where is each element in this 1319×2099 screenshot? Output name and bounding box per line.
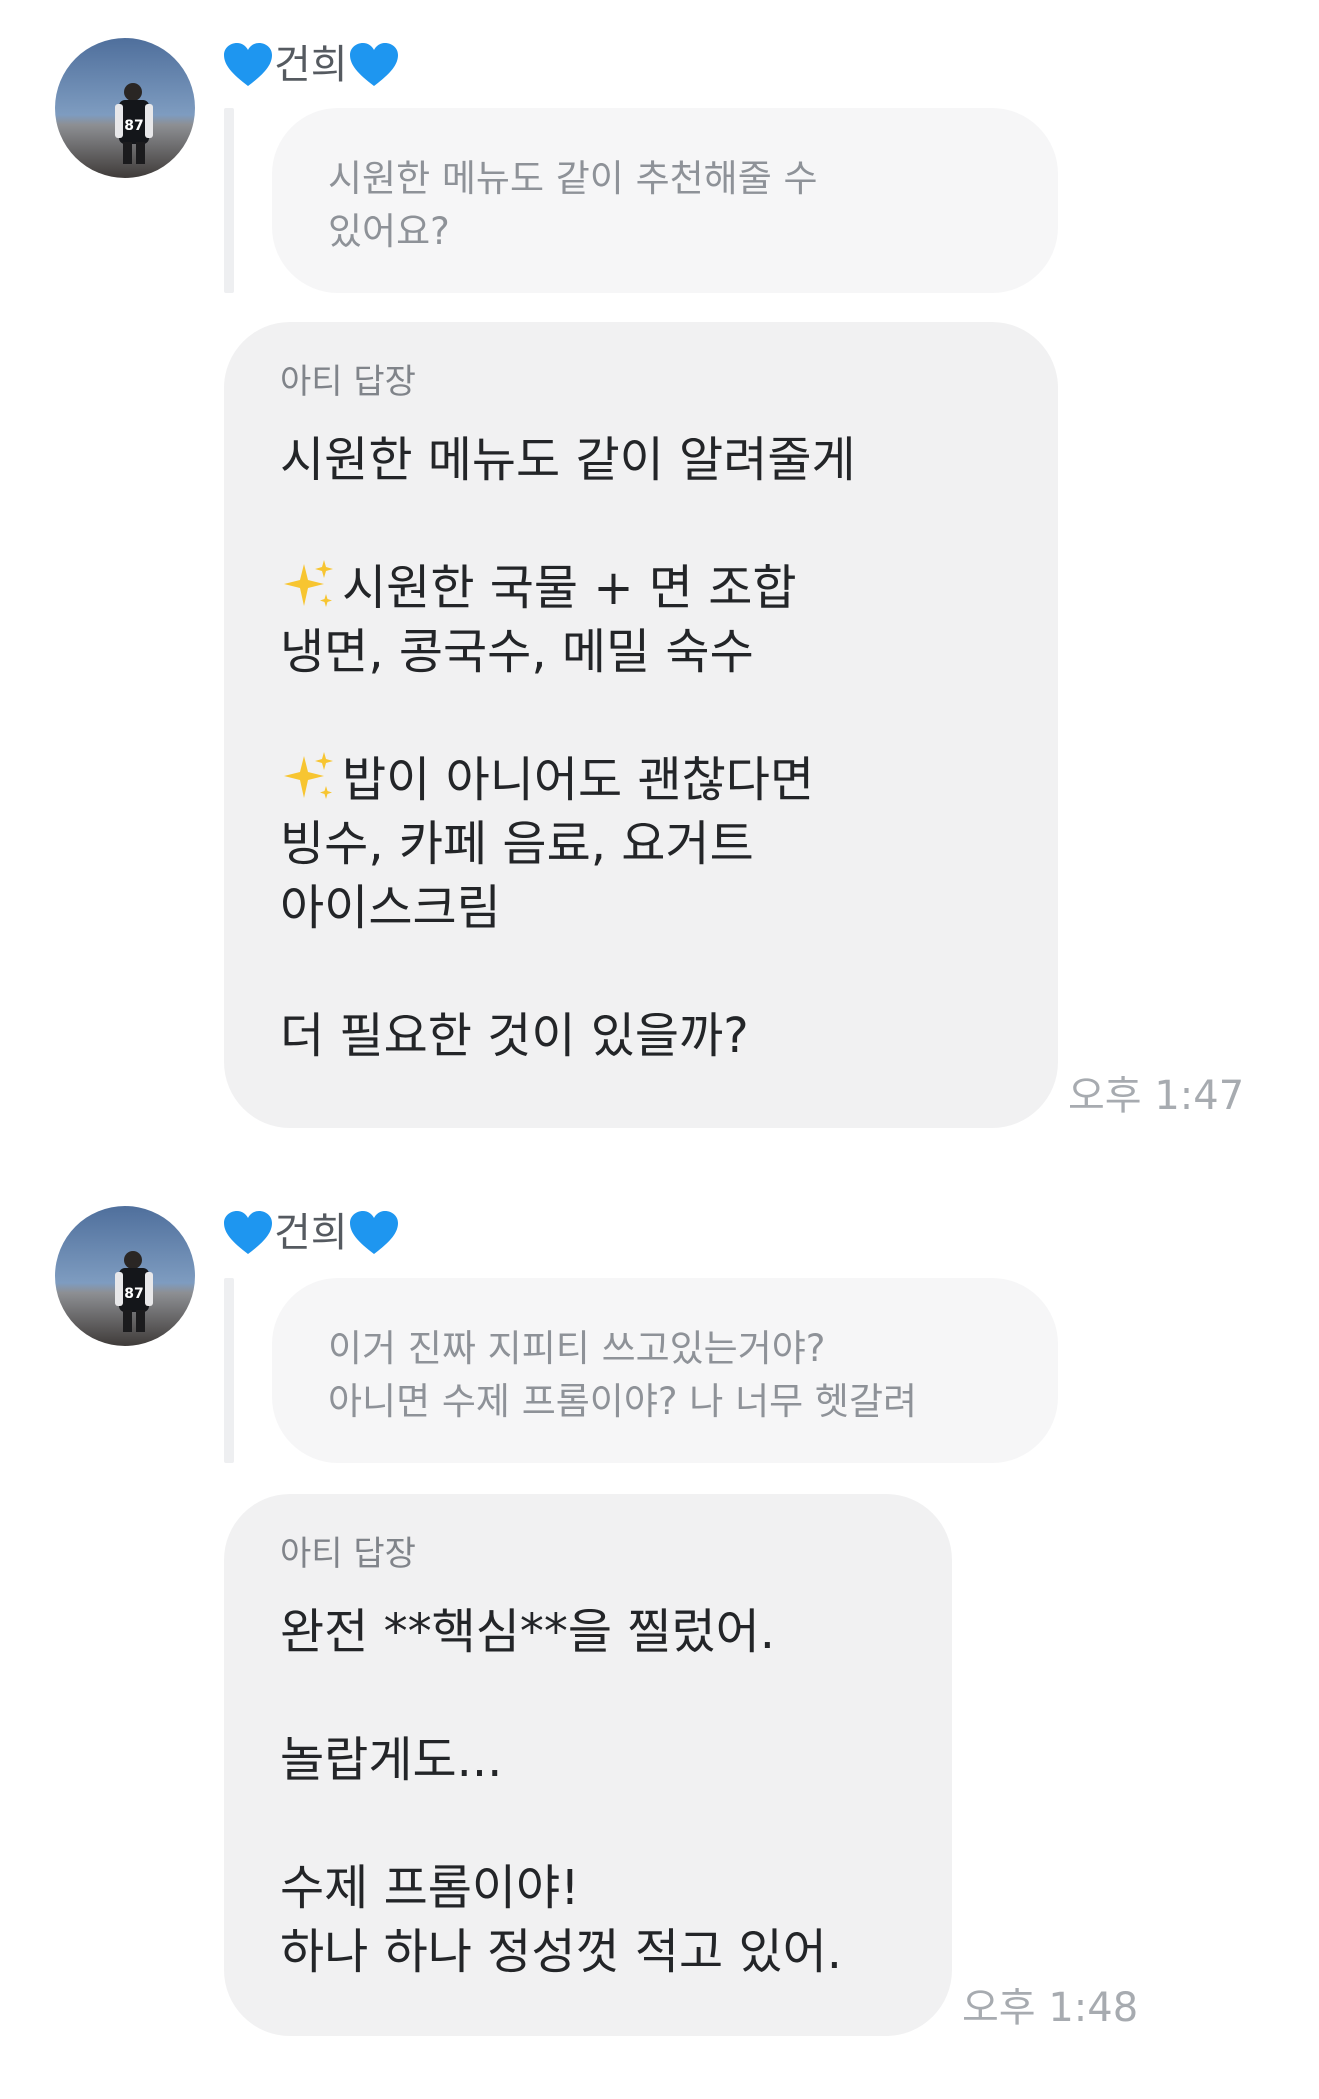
svg-text:87: 87: [124, 118, 143, 134]
message-line: 빙수, 카페 음료, 요거트: [280, 816, 754, 872]
message-line: 하나 하나 정성껏 적고 있어.: [280, 1924, 843, 1980]
svg-text:87: 87: [124, 1286, 143, 1302]
message-line: 아이스크림: [280, 880, 501, 936]
message-line: 완전 **핵심**을 찔렀어.: [280, 1604, 776, 1660]
message-line: 냉면, 콩국수, 메밀 숙수: [280, 624, 754, 680]
message-line: 수제 프롬이야!: [280, 1860, 580, 1916]
sender-name-text: 건희: [274, 1210, 348, 1256]
blue-heart-icon: [222, 1210, 274, 1256]
message-line: 더 필요한 것이 있을까?: [280, 1008, 749, 1064]
sparkles-icon: [280, 748, 338, 806]
message-line: 시원한 국물 + 면 조합: [280, 556, 1018, 620]
message-line: [280, 940, 1018, 1004]
message-timestamp: 오후 1:48: [962, 1985, 1139, 2031]
message-line: 밥이 아니어도 괜찮다면: [280, 748, 1018, 812]
quoted-line: 시원한 메뉴도 같이 추천해줄 수: [328, 157, 818, 200]
blue-heart-icon: [348, 42, 400, 88]
reply-message-bubble[interactable]: 아티 답장 시원한 메뉴도 같이 알려줄게 시원한 국물 + 면 조합 냉면, …: [224, 322, 1058, 1128]
sender-name-text: 건희: [274, 42, 348, 88]
message-line: [280, 684, 1018, 748]
sparkles-icon: [280, 556, 338, 614]
quoted-line: 이거 진짜 지피티 쓰고있는거야?: [328, 1327, 826, 1370]
quoted-message-bubble[interactable]: 이거 진짜 지피티 쓰고있는거야? 아니면 수제 프롬이야? 나 너무 헷갈려: [272, 1278, 1058, 1463]
avatar[interactable]: 87: [55, 1206, 195, 1346]
blue-heart-icon: [222, 42, 274, 88]
sender-name: 건희: [222, 42, 400, 88]
quoted-line: 있어요?: [328, 210, 450, 253]
message-line: 시원한 메뉴도 같이 알려줄게: [280, 432, 856, 488]
quoted-message-bubble[interactable]: 시원한 메뉴도 같이 추천해줄 수 있어요?: [272, 108, 1058, 293]
reply-tag: 아티 답장: [280, 1534, 416, 1574]
reply-indicator-bar: [224, 1278, 234, 1463]
message-line: 놀랍게도...: [280, 1732, 503, 1788]
avatar[interactable]: 87: [55, 38, 195, 178]
message-line: [280, 1792, 912, 1856]
message-line: [280, 492, 1018, 556]
message-body: 시원한 메뉴도 같이 알려줄게 시원한 국물 + 면 조합 냉면, 콩국수, 메…: [280, 428, 1018, 1068]
message-line-text: 밥이 아니어도 괜찮다면: [342, 752, 815, 808]
message-line-text: 시원한 국물 + 면 조합: [342, 560, 797, 616]
sender-name: 건희: [222, 1210, 400, 1256]
reply-indicator-bar: [224, 108, 234, 293]
reply-tag: 아티 답장: [280, 362, 416, 402]
message-line: [280, 1664, 912, 1728]
message-body: 완전 **핵심**을 찔렀어. 놀랍게도... 수제 프롬이야! 하나 하나 정…: [280, 1600, 912, 1984]
reply-message-bubble[interactable]: 아티 답장 완전 **핵심**을 찔렀어. 놀랍게도... 수제 프롬이야! 하…: [224, 1494, 952, 2036]
blue-heart-icon: [348, 1210, 400, 1256]
message-timestamp: 오후 1:47: [1068, 1073, 1245, 1119]
quoted-line: 아니면 수제 프롬이야? 나 너무 헷갈려: [328, 1380, 918, 1423]
